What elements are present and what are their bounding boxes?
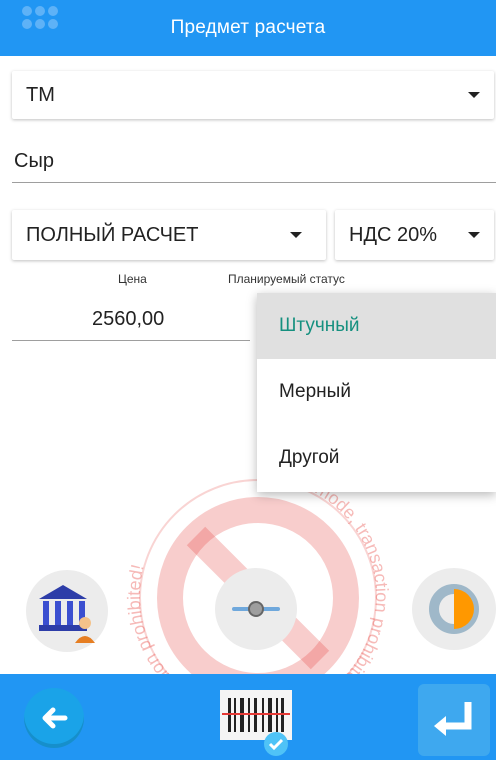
page-title: Предмет расчета (170, 17, 326, 38)
type-select-value: ТМ (26, 83, 55, 106)
planned-status-label: Планируемый статус (228, 272, 345, 286)
dropdown-option-1[interactable]: Мерный (257, 359, 496, 425)
dropdown-option-0[interactable]: Штучный (257, 293, 496, 359)
type-select[interactable]: ТМ (12, 71, 494, 119)
screen: Предмет расчета ТМ Сыр ПОЛНЫЙ РАСЧЕТ НДС… (0, 0, 496, 760)
vat-select[interactable]: НДС 20% (335, 210, 494, 260)
planned-status-dropdown: Штучный Мерный Другой (257, 293, 496, 492)
name-field-value: Сыр (14, 150, 54, 172)
barcode-scan-icon (220, 690, 292, 756)
app-header: Предмет расчета (0, 0, 496, 56)
half-circle-button[interactable] (412, 568, 496, 650)
slider-button[interactable] (215, 568, 297, 650)
bank-user-icon (39, 585, 95, 643)
enter-button[interactable] (418, 684, 490, 756)
header-dots-decoration (22, 6, 58, 29)
bank-user-button[interactable] (26, 570, 108, 652)
price-label: Цена (118, 272, 147, 286)
vat-value: НДС 20% (349, 223, 438, 246)
scan-button[interactable] (218, 684, 294, 760)
payment-method-value: ПОЛНЫЙ РАСЧЕТ (26, 223, 199, 246)
chevron-down-icon (468, 92, 480, 98)
price-underline (12, 340, 250, 341)
bottom-toolbar (0, 674, 496, 760)
half-circle-icon (429, 584, 479, 634)
price-input[interactable]: 2560,00 (92, 308, 164, 331)
back-arrow-icon (42, 707, 68, 729)
slider-icon (232, 601, 280, 617)
chevron-down-icon (290, 232, 302, 238)
name-field-underline (12, 182, 496, 183)
payment-method-select[interactable]: ПОЛНЫЙ РАСЧЕТ (12, 210, 326, 260)
enter-icon (434, 702, 472, 736)
back-button[interactable] (24, 688, 84, 748)
dropdown-option-2[interactable]: Другой (257, 425, 496, 491)
chevron-down-icon (468, 232, 480, 238)
